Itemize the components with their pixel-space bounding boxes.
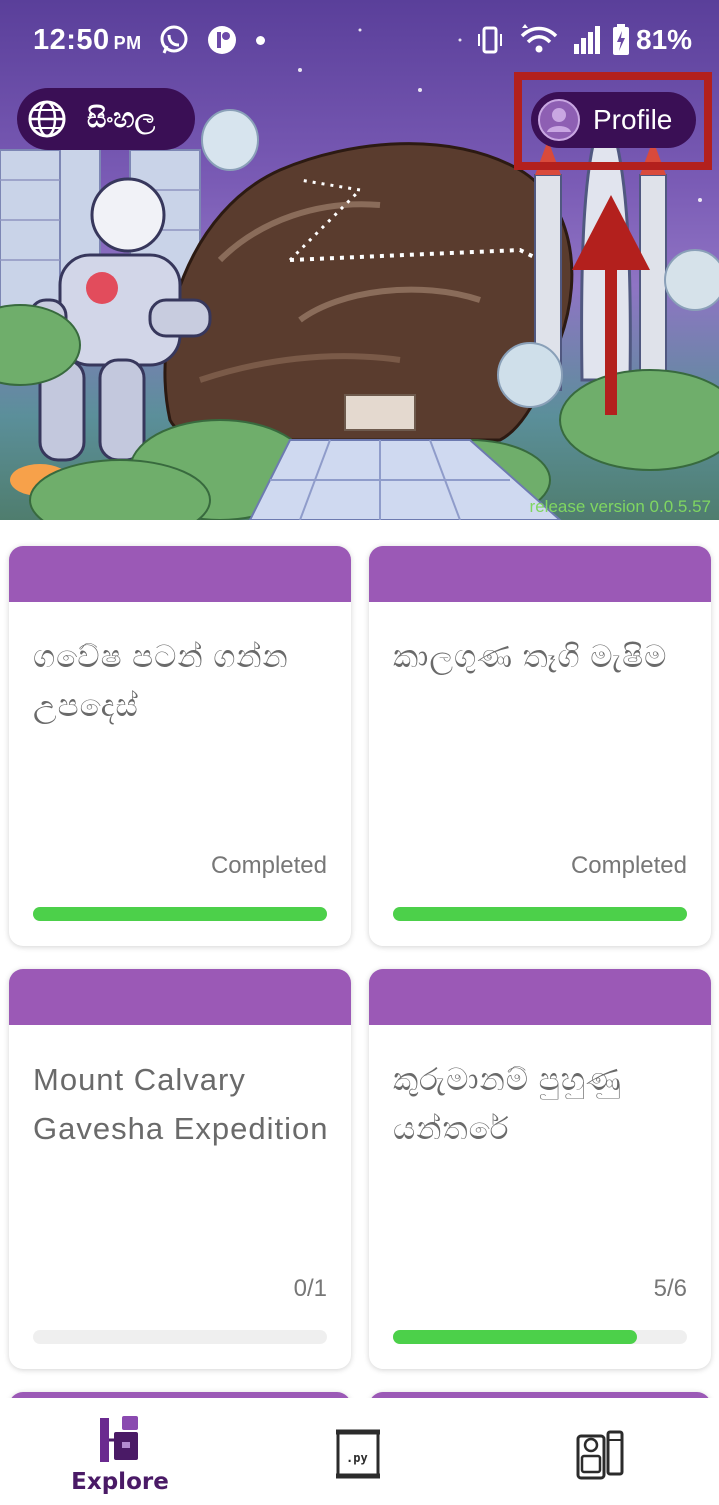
progress-bar	[393, 1330, 687, 1344]
card-header-band	[9, 546, 351, 602]
nav-explore[interactable]: Explore	[0, 1398, 240, 1505]
battery-percentage: 81%	[636, 24, 693, 55]
battery-charging-icon	[613, 24, 629, 55]
card-title: කාලගුණ තෑගි මැෂිම	[393, 639, 668, 674]
vibrate-icon	[478, 26, 502, 54]
python-file-icon: .py	[336, 1429, 380, 1479]
card-header-band	[369, 546, 711, 602]
progress-fill	[393, 907, 687, 921]
project-card[interactable]: ගවේෂ පටන් ගන්න උපදෙස් Completed	[9, 546, 351, 946]
progress-fill	[33, 907, 327, 921]
progress-bar	[33, 1330, 327, 1344]
card-status: 5/6	[653, 1275, 687, 1302]
globe-icon	[28, 100, 66, 138]
progress-bar	[33, 907, 327, 921]
progress-bar	[393, 907, 687, 921]
profile-highlight-box	[514, 72, 712, 170]
card-header-band	[369, 969, 711, 1025]
card-title: කුරුමානම් පුහුණු යන්තරේ	[393, 1062, 622, 1146]
status-bar: 12:50 PM 81%	[0, 0, 719, 80]
signal-icon	[574, 26, 600, 54]
svg-text:.py: .py	[346, 1451, 368, 1465]
status-time: 12:50 PM	[33, 24, 142, 56]
nav-explore-label: Explore	[71, 1469, 169, 1495]
card-title: ගවේෂ පටන් ගන්න උපදෙස්	[33, 639, 289, 723]
nav-python-editor[interactable]: .py	[240, 1398, 480, 1505]
whatsapp-icon	[160, 25, 188, 54]
card-status: Completed	[210, 852, 327, 879]
card-header-band	[9, 969, 351, 1025]
card-status: Completed	[570, 852, 687, 879]
nav-device[interactable]	[480, 1398, 719, 1505]
card-status: 0/1	[293, 1275, 327, 1302]
language-label: සිංහල	[87, 103, 156, 134]
wifi-icon	[520, 24, 558, 53]
card-title: Mount Calvary Gavesha Expedition	[33, 1062, 329, 1146]
notification-dot-icon	[256, 36, 265, 45]
device-icon	[576, 1430, 624, 1480]
app-notification-icon	[208, 26, 236, 54]
bottom-navigation: Explore .py	[0, 1398, 719, 1505]
explore-icon	[100, 1416, 138, 1462]
project-card[interactable]: කාලගුණ තෑගි මැෂිම Completed	[369, 546, 711, 946]
project-card[interactable]: Mount Calvary Gavesha Expedition 0/1	[9, 969, 351, 1369]
project-card[interactable]: කුරුමානම් පුහුණු යන්තරේ 5/6	[369, 969, 711, 1369]
arrow-up-icon	[572, 195, 650, 415]
release-version: release version 0.0.5.57	[529, 497, 711, 516]
status-ampm: PM	[113, 33, 142, 53]
progress-fill	[393, 1330, 638, 1344]
language-button[interactable]: සිංහල	[17, 88, 195, 150]
hero-banner: 12:50 PM 81% සිංහල Profile release versi…	[0, 0, 719, 520]
